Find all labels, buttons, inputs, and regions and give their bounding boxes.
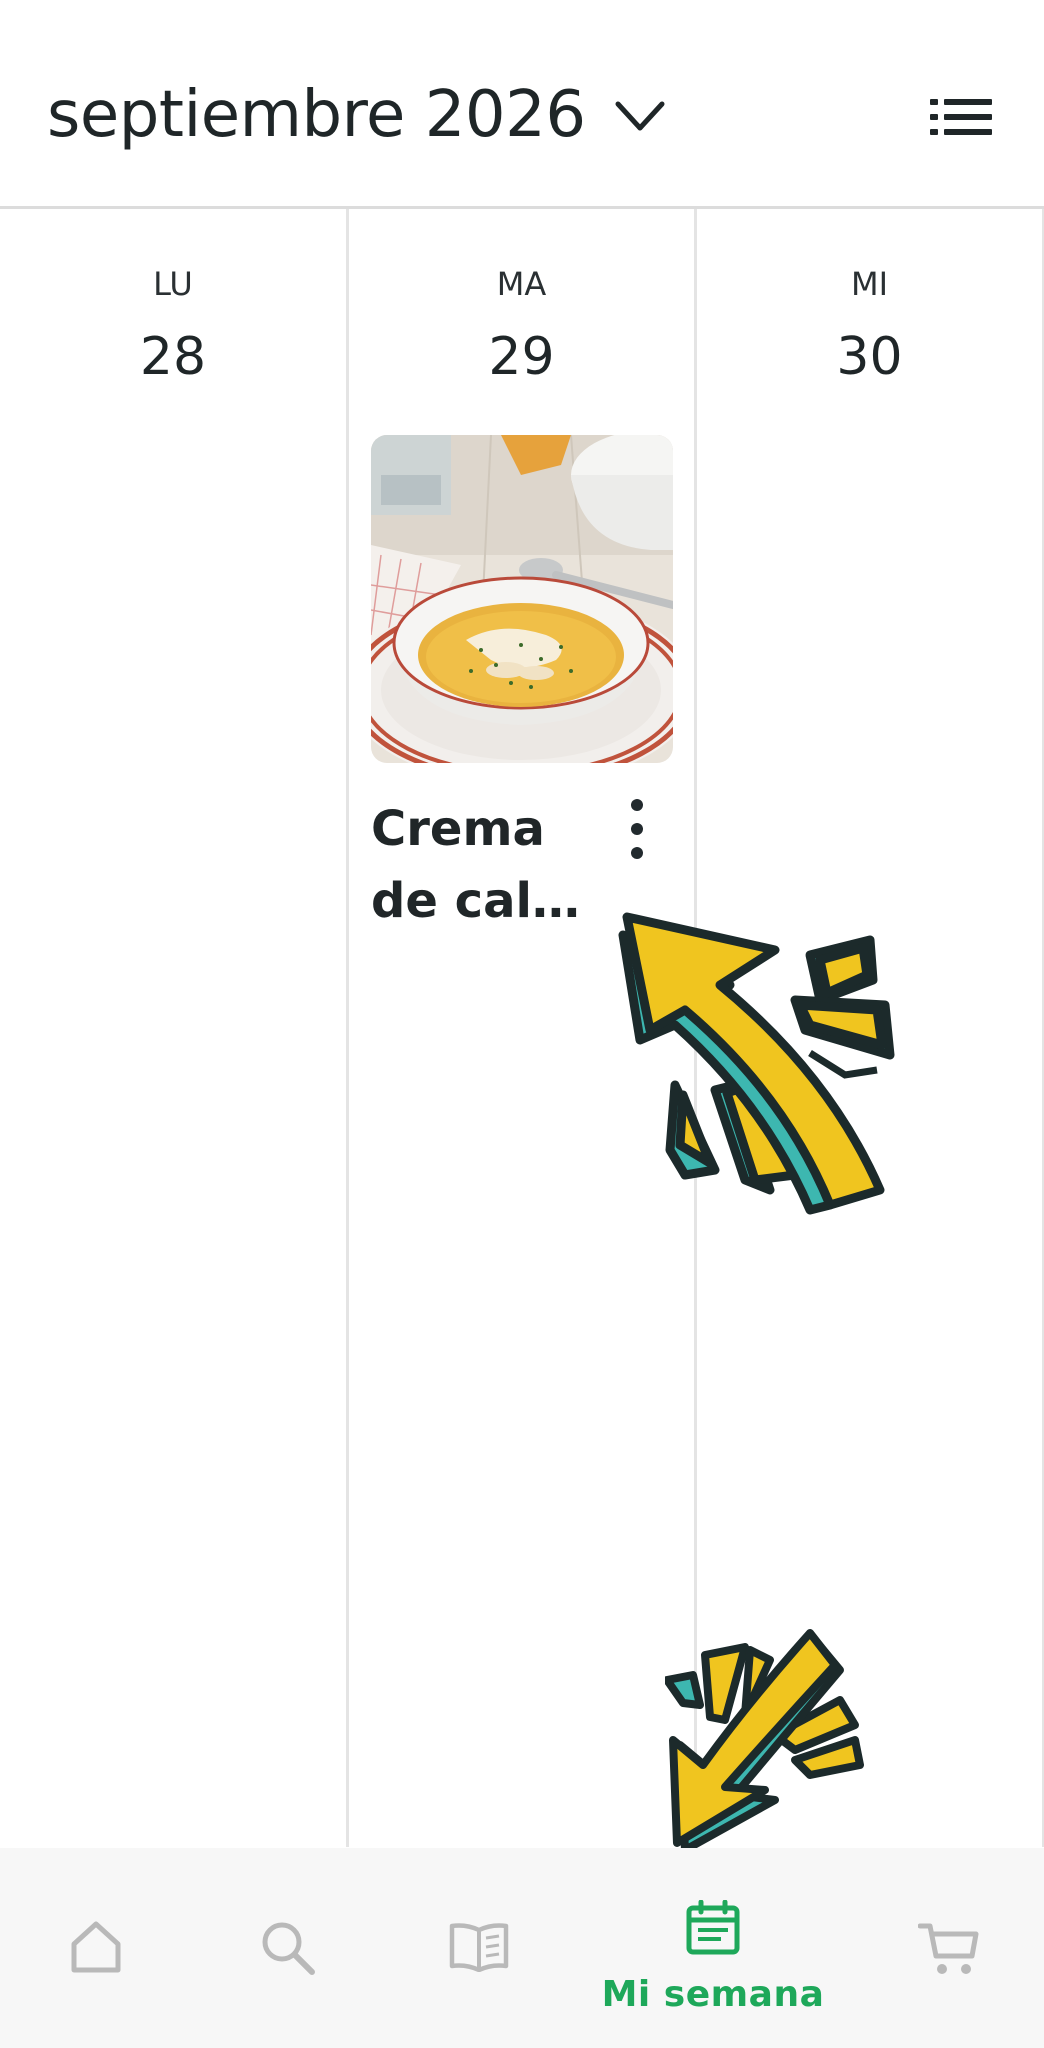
day-column-monday[interactable]: LU 28 [0,209,349,1847]
recipe-title[interactable]: Crema de cal… [371,793,581,937]
nav-search[interactable] [240,1848,336,2048]
home-icon [71,1921,121,1973]
day-number: 28 [139,327,207,387]
chevron-down-icon[interactable] [612,96,668,138]
month-title[interactable]: septiembre 2026 [47,78,586,152]
list-view-icon[interactable] [930,96,992,138]
nav-label-active: Mi semana [601,1974,825,2015]
recipe-image[interactable] [371,435,673,763]
search-icon [262,1922,315,1975]
day-number: 30 [836,327,903,387]
day-number: 29 [488,327,555,387]
day-label: LU [153,265,193,303]
nav-mi-semana[interactable]: Mi semana [590,1848,836,2048]
day-label: MA [496,265,547,303]
day-label: MI [850,265,889,303]
calendar-icon [686,1900,740,1955]
arrow-down-left-sticker [665,1629,864,1854]
more-vertical-icon[interactable] [627,797,647,861]
bottom-navigation: Mi semana [0,1848,1044,2048]
book-icon [449,1923,509,1972]
top-bar: septiembre 2026 [0,0,1044,209]
cart-icon [918,1923,979,1974]
arrow-up-left-sticker [618,912,895,1215]
nav-recipes[interactable] [430,1848,526,2048]
nav-home[interactable] [48,1848,144,2048]
nav-cart[interactable] [902,1848,998,2048]
recipe-card[interactable]: Crema de cal… [371,435,673,929]
